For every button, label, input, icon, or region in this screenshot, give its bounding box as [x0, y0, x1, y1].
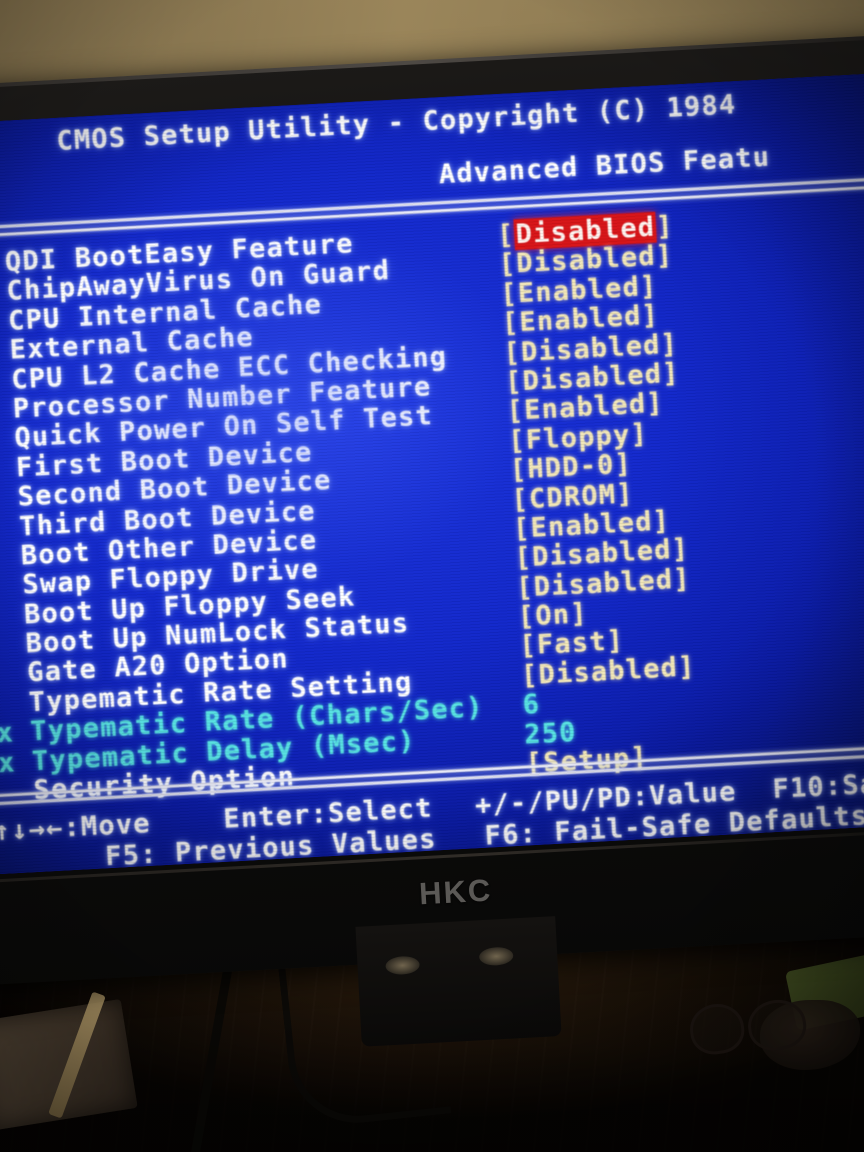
value-bracket-close: ] — [569, 597, 589, 630]
value-bracket-close: ] — [677, 651, 697, 683]
value-bracket-close: ] — [655, 210, 675, 243]
settings-list: QDI BootEasy Feature [Disabled] ChipAwayVi… — [0, 199, 864, 807]
setting-value[interactable]: 6 — [522, 689, 541, 721]
photograph-of-monitor: HKC CMOS Setup Utility - Copyright (C) 1… — [0, 0, 864, 1152]
value-bracket-close: ] — [615, 477, 635, 510]
monitor-stand — [355, 916, 562, 1047]
setting-disabled-marker: x — [0, 717, 15, 750]
help-save: F10:Save — [771, 766, 864, 806]
bios-setup-utility: CMOS Setup Utility - Copyright (C) 1984 … — [0, 73, 864, 875]
value-text: On — [534, 598, 572, 632]
bios-display-layer: CMOS Setup Utility - Copyright (C) 1984 … — [0, 73, 864, 875]
value-bracket-close: ] — [659, 328, 679, 361]
value-bracket-close: ] — [605, 625, 625, 658]
value-bracket-close: ] — [629, 418, 649, 451]
stand-glint-left — [385, 955, 421, 976]
value-bracket-close: ] — [670, 533, 690, 566]
value-bracket-close: ] — [639, 270, 659, 303]
section-title: Advanced BIOS Featu — [438, 141, 771, 191]
value-bracket-close: ] — [661, 357, 681, 390]
value-text: 6 — [521, 688, 541, 721]
value-bracket-close: ] — [651, 505, 671, 538]
value-bracket-close: ] — [672, 562, 692, 595]
eyeglass-lens-left — [686, 1000, 748, 1058]
computer-monitor: HKC CMOS Setup Utility - Copyright (C) 1… — [0, 34, 864, 1047]
value-bracket-close: ] — [654, 240, 675, 273]
value-bracket-close: ] — [640, 299, 660, 332]
monitor-screen: CMOS Setup Utility - Copyright (C) 1984 … — [0, 73, 864, 875]
stand-glint-right — [478, 946, 514, 967]
eyeglass-lens-right — [744, 996, 810, 1054]
desk-eyeglasses — [686, 996, 810, 1058]
value-bracket-close: ] — [613, 448, 633, 481]
setting-disabled-marker: x — [0, 746, 17, 779]
value-bracket-close: ] — [645, 387, 665, 420]
